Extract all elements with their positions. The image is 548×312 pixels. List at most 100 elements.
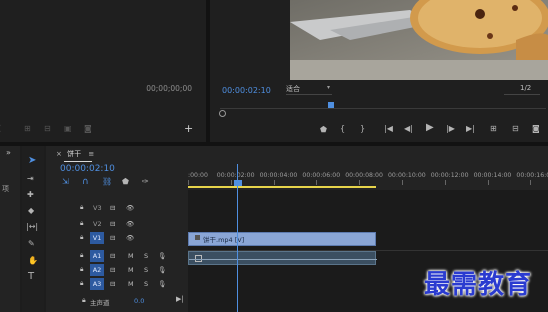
solo-button[interactable]: S	[144, 252, 148, 260]
source-toolbar-icon-1[interactable]: ⟨	[0, 124, 1, 134]
mute-button[interactable]: M	[128, 266, 134, 274]
marker-icon[interactable]: ⬟	[320, 125, 327, 135]
go-to-end-icon[interactable]: ▶|	[176, 295, 184, 303]
master-track-value[interactable]: 0.0	[134, 297, 144, 305]
eye-icon[interactable]: 👁︎	[126, 220, 134, 228]
ruler-label: 00:00:14:00	[473, 172, 512, 179]
video-clip[interactable]: 饼干.mp4 [V]	[188, 232, 376, 246]
source-target-a2[interactable]: A2	[90, 264, 104, 276]
snap-icon[interactable]: ∩	[82, 177, 89, 187]
resolution-dropdown[interactable]: 1/2	[504, 84, 540, 95]
hand-tool-icon[interactable]: ✋	[28, 256, 38, 266]
track-select-tool-icon[interactable]: ⇥	[27, 174, 34, 184]
ruler-label: 00:00:10:00	[388, 172, 426, 179]
sync-lock-icon[interactable]: ⊟	[110, 280, 115, 288]
program-timecode[interactable]: 00:00:02:10	[222, 86, 271, 95]
program-in-marker[interactable]	[219, 110, 226, 117]
linked-selection-icon[interactable]: ⛓	[102, 177, 112, 187]
ripple-edit-tool-icon[interactable]: ✚	[27, 190, 34, 200]
sync-lock-icon[interactable]: ⊟	[110, 252, 115, 260]
fit-dropdown[interactable]: 适合 ▾	[286, 84, 332, 95]
ruler-tick	[359, 180, 361, 185]
microphone-icon[interactable]: 🎙︎	[158, 252, 166, 260]
ruler-tick	[316, 180, 318, 185]
type-tool-icon[interactable]: T	[28, 272, 34, 282]
ruler-tick	[402, 180, 403, 185]
source-toolbar-icon-2[interactable]: ⊞	[24, 124, 31, 134]
play-icon[interactable]: ▶	[426, 123, 434, 133]
add-button-icon[interactable]: +	[184, 123, 193, 134]
source-toolbar-icon-3[interactable]: ⊟	[44, 124, 51, 134]
source-toolbar-icon-4[interactable]: ▣	[64, 124, 72, 134]
fit-dropdown-label: 适合	[286, 85, 300, 93]
ruler-label: 00:00:06:00	[302, 172, 341, 179]
master-lock-icon[interactable]: 🔒︎	[82, 296, 86, 305]
solo-button[interactable]: S	[144, 266, 148, 274]
eye-icon[interactable]: 👁︎	[126, 204, 134, 212]
project-panel: » 项	[0, 146, 20, 312]
ruler-label: 00:00:02:00	[216, 172, 255, 179]
playhead-line[interactable]	[237, 164, 238, 312]
sync-lock-icon[interactable]: ⊟	[110, 220, 115, 228]
settings-wrench-icon[interactable]: ✑	[142, 177, 149, 187]
work-area-bar[interactable]	[188, 186, 376, 188]
lock-icon[interactable]: 🔒︎	[80, 279, 83, 288]
mark-out-icon[interactable]: }	[360, 124, 365, 134]
mute-button[interactable]: M	[128, 252, 134, 260]
clip-fx-icon	[195, 235, 200, 240]
razor-tool-icon[interactable]: ◆	[28, 206, 34, 216]
close-tab-icon[interactable]: ×	[56, 150, 62, 158]
source-target-v1[interactable]: V1	[90, 232, 104, 244]
tools-panel: ➤ ⇥ ✚ ◆ |↔| ✎ ✋ T	[22, 146, 44, 312]
source-monitor-panel: 00;00;00;00 ⟨ ⊞ ⊟ ▣ ◙ +	[0, 0, 206, 142]
go-to-in-icon[interactable]: |◀	[384, 124, 393, 134]
ruler-label: 00:00:08:00	[345, 172, 383, 179]
sync-lock-icon[interactable]: ⊟	[110, 204, 115, 212]
source-camera-icon[interactable]: ◙	[84, 124, 92, 134]
timeline-timecode[interactable]: 00:00:02:10	[60, 164, 115, 174]
tab-menu-icon[interactable]: ≡	[88, 150, 94, 158]
solo-button[interactable]: S	[144, 280, 148, 288]
mark-in-icon[interactable]: {	[340, 124, 345, 134]
lock-icon[interactable]: 🔒︎	[80, 265, 83, 274]
ruler-tick	[188, 180, 189, 185]
lock-icon[interactable]: 🔒︎	[80, 233, 83, 242]
step-forward-icon[interactable]: |▶	[446, 124, 455, 134]
timeline-tab[interactable]: × 饼干 ≡	[56, 149, 94, 159]
sync-lock-icon[interactable]: ⊟	[110, 234, 115, 242]
pen-tool-icon[interactable]: ✎	[28, 239, 35, 249]
microphone-icon[interactable]: 🎙︎	[158, 266, 166, 274]
mute-button[interactable]: M	[128, 280, 134, 288]
source-target-a1[interactable]: A1	[90, 250, 104, 262]
add-marker-icon[interactable]: ⬟	[122, 177, 129, 187]
source-timecode: 00;00;00;00	[146, 84, 192, 93]
panel-expand-icon[interactable]: »	[6, 148, 11, 157]
lock-icon[interactable]: 🔒︎	[80, 203, 83, 212]
lock-icon[interactable]: 🔒︎	[80, 219, 83, 228]
track-name: V3	[93, 204, 102, 212]
sync-lock-icon[interactable]: ⊟	[110, 266, 115, 274]
playhead-handle-icon[interactable]	[234, 180, 242, 186]
insert-sequence-icon[interactable]: ⇲	[62, 177, 69, 187]
ruler-tick	[273, 180, 275, 185]
lock-icon[interactable]: 🔒︎	[80, 251, 83, 260]
export-frame-icon[interactable]: ◙	[532, 124, 540, 134]
source-target-a3[interactable]: A3	[90, 278, 104, 290]
time-ruler[interactable]: :00:00 00:00:02:00 00:00:04:00 00:00:06:00 0…	[188, 168, 548, 188]
lift-icon[interactable]: ⊞	[490, 124, 497, 134]
selection-tool-icon[interactable]: ➤	[28, 156, 36, 166]
mini-playhead-icon[interactable]	[328, 102, 334, 108]
master-track-label: 主声道	[90, 299, 110, 307]
ruler-tick	[530, 180, 532, 185]
go-to-out-icon[interactable]: ▶|	[466, 124, 475, 134]
step-back-icon[interactable]: ◀|	[404, 124, 413, 134]
microphone-icon[interactable]: 🎙︎	[158, 280, 166, 288]
slip-tool-icon[interactable]: |↔|	[26, 222, 38, 232]
ruler-label: 00:00:12:00	[430, 172, 469, 179]
extract-icon[interactable]: ⊟	[512, 124, 519, 134]
watermark-text: 最需教育	[424, 270, 533, 300]
eye-icon[interactable]: 👁︎	[126, 234, 134, 242]
program-mini-ruler[interactable]	[220, 100, 546, 109]
ruler-label: 00:00:16:00	[516, 172, 548, 179]
audio-clip[interactable]	[188, 251, 377, 265]
